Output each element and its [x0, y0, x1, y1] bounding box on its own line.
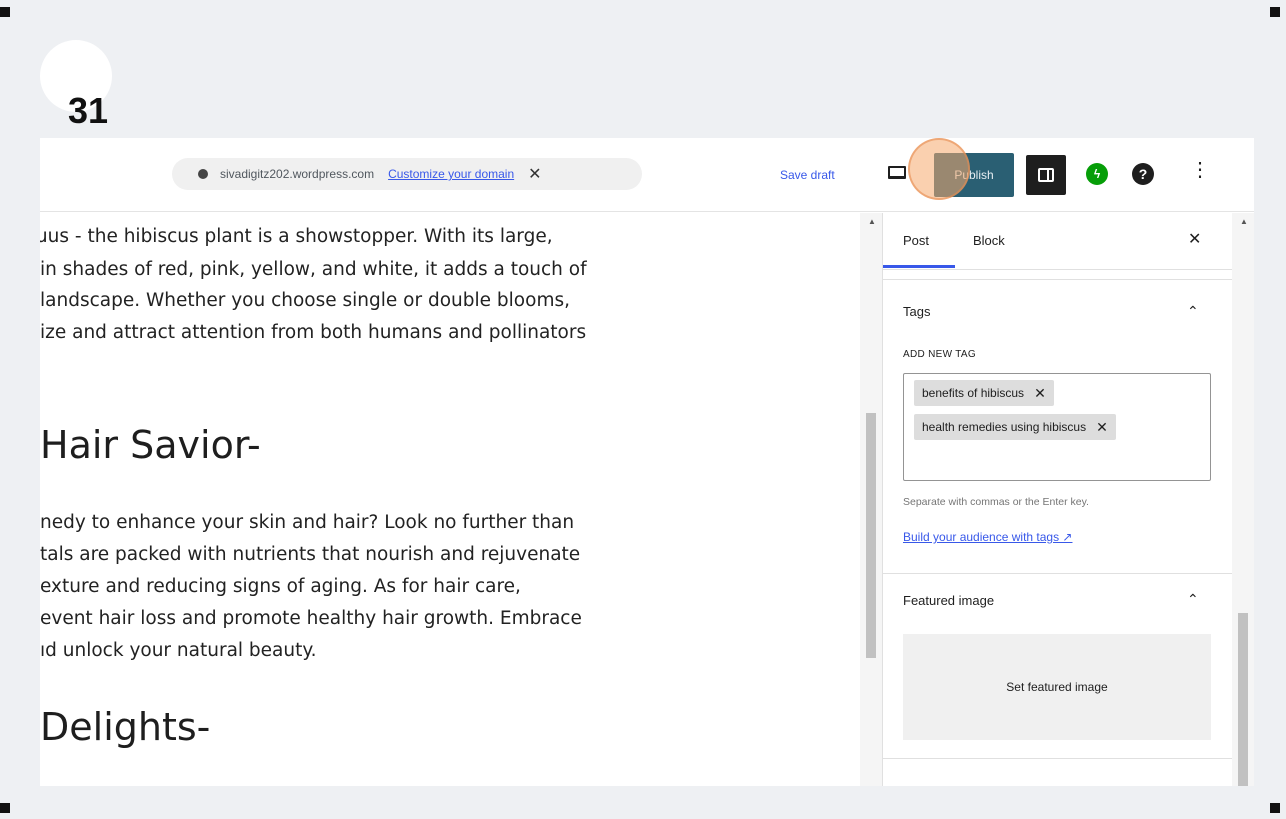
paragraph-line: event hair loss and promote healthy hair…	[40, 608, 582, 629]
chevron-up-icon[interactable]: ⌃	[1187, 303, 1199, 320]
sidebar-tabs: Post Block ✕	[883, 213, 1233, 269]
corner-marker-br	[1270, 803, 1280, 813]
featured-image-panel-title[interactable]: Featured image	[903, 593, 994, 608]
tab-post[interactable]: Post	[903, 233, 929, 248]
paragraph-line: ıd unlock your natural beauty.	[40, 640, 317, 661]
active-tab-indicator	[883, 265, 955, 268]
publish-button[interactable]: Publish	[934, 153, 1014, 197]
scrollbar-thumb[interactable]	[1238, 613, 1248, 786]
build-audience-link[interactable]: Build your audience with tags ↗	[903, 530, 1072, 544]
divider	[883, 279, 1233, 280]
paragraph-line: ɹus - the hibiscus plant is a showstoppe…	[40, 226, 553, 247]
corner-marker-bl	[0, 803, 10, 813]
site-url: sivadigitz202.wordpress.com	[220, 167, 375, 181]
paragraph-line: in shades of red, pink, yellow, and whit…	[40, 259, 587, 280]
content-scrollbar[interactable]: ▲	[860, 213, 882, 786]
scroll-up-icon[interactable]: ▲	[868, 217, 876, 226]
tags-panel-title[interactable]: Tags	[903, 304, 930, 319]
save-draft-button[interactable]: Save draft	[780, 168, 835, 182]
tag-label: health remedies using hibiscus	[922, 420, 1087, 434]
post-content-area[interactable]: ɹus - the hibiscus plant is a showstoppe…	[40, 213, 860, 786]
close-icon[interactable]: ✕	[528, 164, 541, 184]
globe-icon	[198, 169, 208, 179]
paragraph-line: nedy to enhance your skin and hair? Look…	[40, 512, 575, 533]
paragraph-line: landscape. Whether you choose single or …	[40, 290, 570, 311]
help-icon[interactable]: ?	[1132, 163, 1154, 185]
sidebar-scrollbar[interactable]: ▲	[1232, 213, 1254, 786]
corner-marker-tr	[1270, 7, 1280, 17]
content-heading: Delights-	[40, 705, 211, 749]
scroll-up-icon[interactable]: ▲	[1240, 217, 1248, 226]
sidebar-panel-icon	[1038, 168, 1054, 182]
tab-block[interactable]: Block	[973, 233, 1005, 248]
add-new-tag-label: ADD NEW TAG	[903, 349, 976, 360]
preview-desktop-icon[interactable]	[888, 166, 906, 179]
tag-token: benefits of hibiscus ✕	[914, 380, 1054, 406]
tag-input-field[interactable]: benefits of hibiscus ✕ health remedies u…	[903, 373, 1211, 481]
set-featured-image-button[interactable]: Set featured image	[903, 634, 1211, 740]
settings-toggle-button[interactable]	[1026, 155, 1066, 195]
tag-help-text: Separate with commas or the Enter key.	[903, 496, 1089, 508]
content-heading: Hair Savior-	[40, 423, 261, 467]
editor-window: sivadigitz202.wordpress.com Customize yo…	[40, 138, 1254, 786]
customize-domain-link[interactable]: Customize your domain	[388, 167, 514, 181]
divider	[883, 758, 1233, 759]
scrollbar-thumb[interactable]	[866, 413, 876, 658]
paragraph-line: exture and reducing signs of aging. As f…	[40, 576, 521, 597]
editor-top-toolbar: sivadigitz202.wordpress.com Customize yo…	[40, 138, 1254, 212]
settings-sidebar: Post Block ✕ Tags ⌃ ADD NEW TAG benefits…	[882, 213, 1233, 786]
site-url-bar: sivadigitz202.wordpress.com Customize yo…	[172, 158, 642, 190]
remove-tag-icon[interactable]: ✕	[1034, 385, 1046, 402]
tag-token: health remedies using hibiscus ✕	[914, 414, 1116, 440]
jetpack-icon[interactable]: ϟ	[1086, 163, 1108, 185]
step-number: 31	[68, 90, 109, 131]
more-options-icon[interactable]: ⋮	[1190, 160, 1210, 180]
chevron-up-icon[interactable]: ⌃	[1187, 591, 1199, 608]
paragraph-line: ize and attract attention from both huma…	[40, 322, 587, 343]
tag-label: benefits of hibiscus	[922, 386, 1025, 400]
paragraph-line: tals are packed with nutrients that nour…	[40, 544, 581, 565]
corner-marker-tl	[0, 7, 10, 17]
divider	[883, 269, 1233, 270]
remove-tag-icon[interactable]: ✕	[1096, 419, 1108, 436]
close-sidebar-icon[interactable]: ✕	[1188, 229, 1201, 249]
divider	[883, 573, 1233, 574]
